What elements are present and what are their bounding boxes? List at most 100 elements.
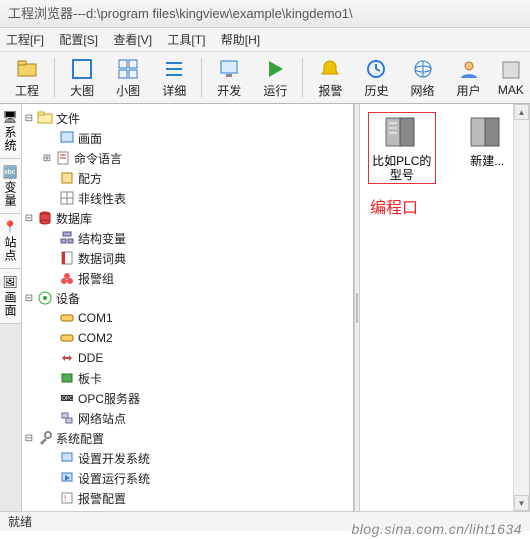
vertical-tabstrip: 🖥系统 🔤变量 📍站点 🖼画面 xyxy=(0,104,22,511)
collapse-icon[interactable]: ⊟ xyxy=(22,293,36,304)
collapse-icon[interactable]: ⊟ xyxy=(22,213,36,224)
project-icon xyxy=(15,57,39,81)
svg-text:!: ! xyxy=(64,494,66,503)
tb-big-label: 大图 xyxy=(70,82,94,99)
menu-view[interactable]: 查看[V] xyxy=(113,33,152,47)
vtab-pic[interactable]: 🖼画面 xyxy=(0,269,21,324)
item-new-label: 新建... xyxy=(470,154,504,168)
tb-make-label: MAK xyxy=(498,83,524,97)
item-plc[interactable]: 比如PLC的型号 xyxy=(368,112,436,184)
tools-icon xyxy=(36,431,54,445)
tb-dev-label: 开发 xyxy=(217,82,241,99)
node-opc[interactable]: OPC OPC服务器 xyxy=(22,388,353,408)
content-pane: 比如PLC的型号 新建... 编程口 ▲ ▼ xyxy=(360,104,530,511)
node-dde[interactable]: DDE xyxy=(22,348,353,368)
menu-config[interactable]: 配置[S] xyxy=(59,33,98,47)
node-recipe[interactable]: 配方 xyxy=(22,168,353,188)
tb-net-label: 网络 xyxy=(411,82,435,99)
node-devcfg[interactable]: 设置开发系统 xyxy=(22,448,353,468)
node-screens[interactable]: 画面 xyxy=(22,128,353,148)
annotation-label: 编程口 xyxy=(370,194,418,218)
item-list: 比如PLC的型号 新建... xyxy=(360,104,529,192)
screen-icon xyxy=(58,131,76,145)
node-runcfg[interactable]: 设置运行系统 xyxy=(22,468,353,488)
collapse-icon[interactable]: ⊟ xyxy=(22,113,36,124)
node-netsite[interactable]: 网络站点 xyxy=(22,408,353,428)
scroll-up-button[interactable]: ▲ xyxy=(514,104,529,120)
statusbar: 就绪 xyxy=(0,511,530,531)
netsite-icon xyxy=(58,411,76,425)
tb-project[interactable]: 工程 xyxy=(4,54,50,102)
board-icon xyxy=(58,371,76,385)
scroll-track[interactable] xyxy=(514,120,529,495)
user-icon xyxy=(457,57,481,81)
com-port-icon xyxy=(58,331,76,345)
dict-icon xyxy=(58,251,76,265)
tb-small[interactable]: 小图 xyxy=(105,54,151,102)
status-text: 就绪 xyxy=(8,515,32,529)
tb-history-label: 历史 xyxy=(364,82,388,99)
node-files[interactable]: ⊟ 文件 xyxy=(22,108,353,128)
tb-project-label: 工程 xyxy=(15,82,39,99)
separator xyxy=(302,58,303,98)
tb-user[interactable]: 用户 xyxy=(446,54,492,102)
folder-open-icon xyxy=(36,111,54,125)
new-icon xyxy=(467,114,507,150)
tb-run-label: 运行 xyxy=(263,82,287,99)
node-files-label: 文件 xyxy=(54,110,80,127)
tb-detail[interactable]: 详细 xyxy=(151,54,197,102)
item-new[interactable]: 新建... xyxy=(454,112,522,184)
tb-make[interactable]: MAK xyxy=(492,54,530,102)
node-com2[interactable]: COM2 xyxy=(22,328,353,348)
window-titlebar: 工程浏览器---d:\program files\kingview\exampl… xyxy=(0,0,530,28)
menu-help[interactable]: 帮助[H] xyxy=(221,33,260,47)
node-nonlinear[interactable]: 非线性表 xyxy=(22,188,353,208)
node-datadict[interactable]: 数据词典 xyxy=(22,248,353,268)
var-tab-icon: 🔤 xyxy=(3,165,19,179)
dde-icon xyxy=(58,351,76,365)
tb-alarm[interactable]: 报警 xyxy=(307,54,353,102)
tb-small-label: 小图 xyxy=(116,82,140,99)
history-icon xyxy=(364,57,388,81)
vtab-system[interactable]: 🖥系统 xyxy=(0,104,21,159)
main-area: 🖥系统 🔤变量 📍站点 🖼画面 ⊟ 文件 画面 ⊞ 命令语言 配方 xyxy=(0,104,530,511)
plc-icon xyxy=(382,114,422,150)
com-port-icon xyxy=(58,311,76,325)
separator xyxy=(201,58,202,98)
tb-run[interactable]: 运行 xyxy=(252,54,298,102)
tree-panel: ⊟ 文件 画面 ⊞ 命令语言 配方 非线性表 ⊟ 数据库 xyxy=(22,104,354,511)
vertical-scrollbar[interactable]: ▲ ▼ xyxy=(513,104,529,511)
node-syscfg[interactable]: ⊟ 系统配置 xyxy=(22,428,353,448)
scroll-down-button[interactable]: ▼ xyxy=(514,495,529,511)
node-com1[interactable]: COM1 xyxy=(22,308,353,328)
tb-dev[interactable]: 开发 xyxy=(206,54,252,102)
make-icon xyxy=(499,58,523,82)
vtab-site[interactable]: 📍站点 xyxy=(0,214,21,269)
vtab-var[interactable]: 🔤变量 xyxy=(0,159,21,214)
node-board[interactable]: 板卡 xyxy=(22,368,353,388)
alarmcfg-icon: ! xyxy=(58,491,76,505)
node-alarmgrp[interactable]: 报警组 xyxy=(22,268,353,288)
database-icon xyxy=(36,211,54,225)
dev-icon xyxy=(217,57,241,81)
node-structvar[interactable]: 结构变量 xyxy=(22,228,353,248)
expand-icon[interactable]: ⊞ xyxy=(40,153,54,164)
item-plc-label: 比如PLC的型号 xyxy=(370,154,434,182)
pic-tab-icon: 🖼 xyxy=(2,275,18,289)
node-db[interactable]: ⊟ 数据库 xyxy=(22,208,353,228)
node-histcfg[interactable]: 历史数据记录 xyxy=(22,508,353,511)
menu-project[interactable]: 工程[F] xyxy=(6,33,44,47)
bigview-icon xyxy=(70,57,94,81)
tb-net[interactable]: 网络 xyxy=(399,54,445,102)
net-icon xyxy=(411,57,435,81)
menubar: 工程[F] 配置[S] 查看[V] 工具[T] 帮助[H] xyxy=(0,28,530,52)
tb-big[interactable]: 大图 xyxy=(59,54,105,102)
collapse-icon[interactable]: ⊟ xyxy=(22,433,36,444)
node-dev[interactable]: ⊟ 设备 xyxy=(22,288,353,308)
node-cmdlang[interactable]: ⊞ 命令语言 xyxy=(22,148,353,168)
tb-user-label: 用户 xyxy=(457,82,481,99)
tb-history[interactable]: 历史 xyxy=(353,54,399,102)
menu-tools[interactable]: 工具[T] xyxy=(167,33,205,47)
svg-text:OPC: OPC xyxy=(62,396,73,402)
node-alarmcfg[interactable]: ! 报警配置 xyxy=(22,488,353,508)
